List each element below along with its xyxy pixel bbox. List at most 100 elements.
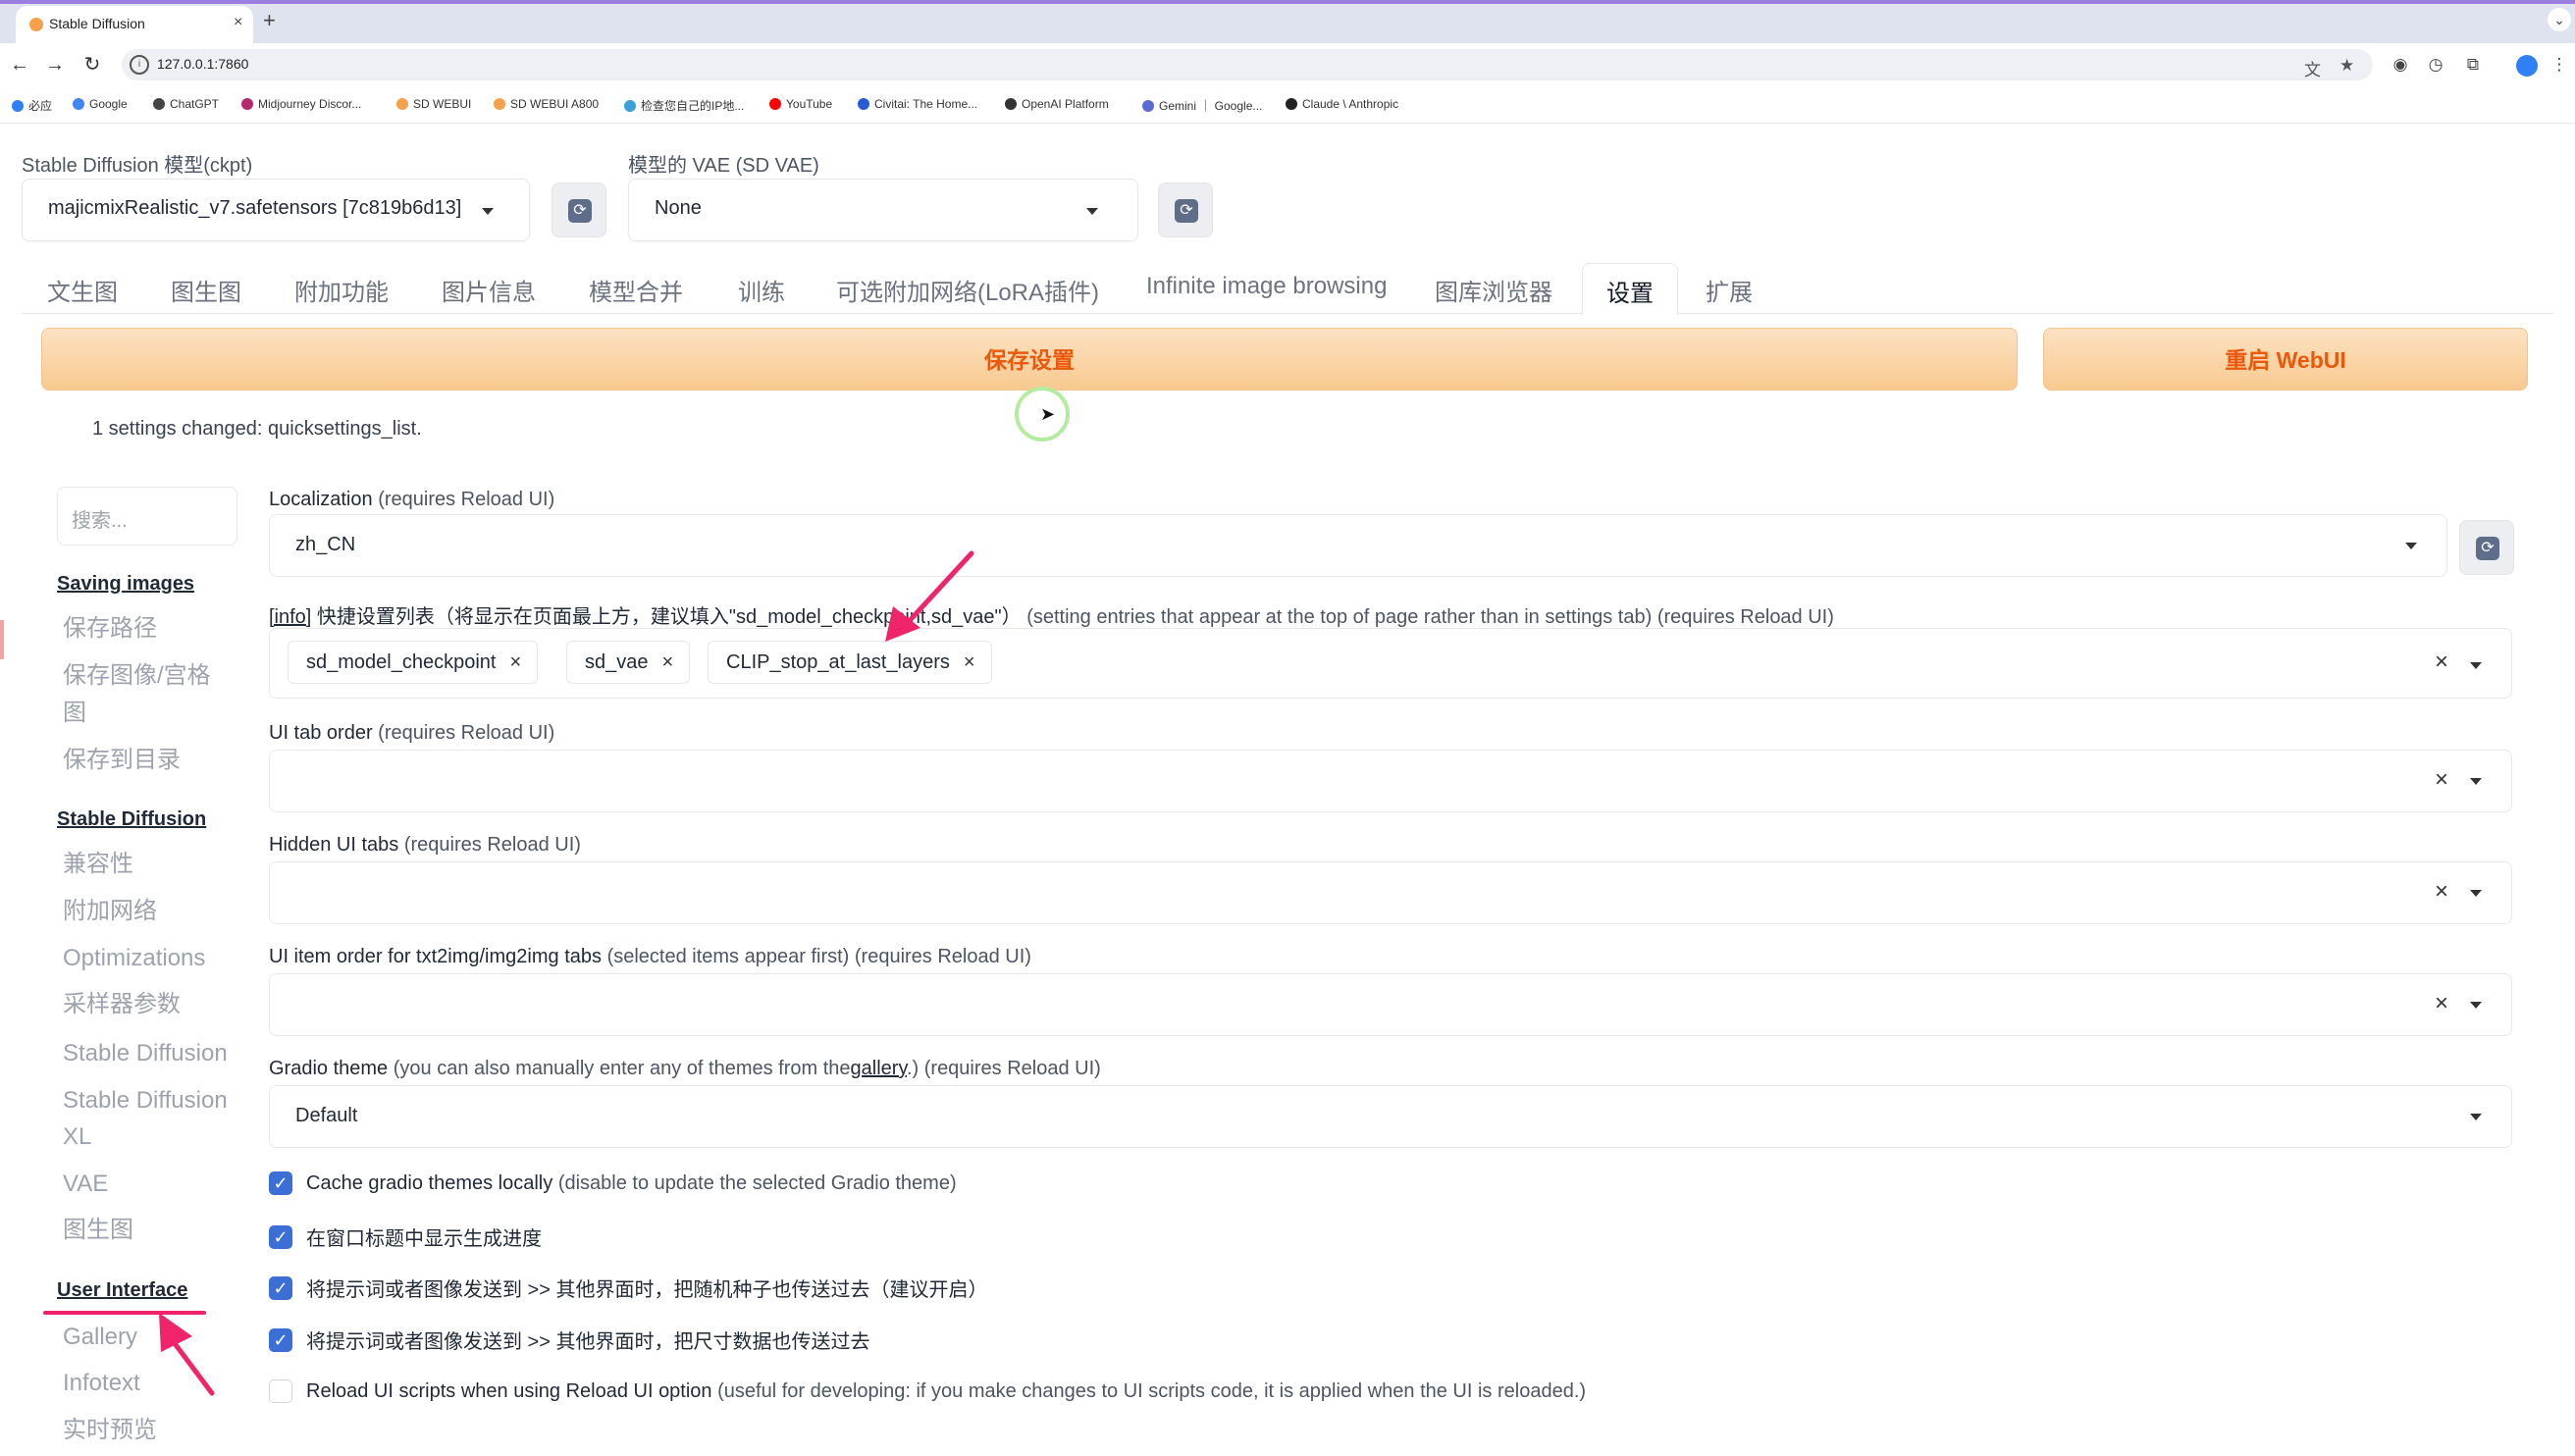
- save-settings-button[interactable]: 保存设置: [41, 328, 2018, 390]
- checkbox-row-cache-themes[interactable]: ✓ Cache gradio themes locally (disable t…: [269, 1171, 957, 1195]
- bookmark-item[interactable]: OpenAI Platform: [1005, 97, 1109, 111]
- new-tab-button[interactable]: +: [263, 8, 276, 33]
- sidebar-item-sampler-params[interactable]: 采样器参数: [63, 986, 181, 1023]
- tab-search-icon[interactable]: ⌄: [2548, 8, 2571, 31]
- tab-image-browser[interactable]: 图库浏览器: [1435, 273, 1552, 307]
- sidebar-item-stable-diffusion-xl-cont[interactable]: XL: [63, 1118, 91, 1156]
- browser-tab[interactable]: Stable Diffusion ×: [16, 6, 253, 43]
- bookmark-item[interactable]: SD WEBUI A800: [494, 97, 599, 111]
- sidebar-item-compatibility[interactable]: 兼容性: [63, 846, 133, 883]
- vae-select[interactable]: None: [628, 179, 1138, 241]
- sidebar-item-optimizations[interactable]: Optimizations: [63, 940, 205, 977]
- sidebar-item-stable-diffusion-xl[interactable]: Stable Diffusion: [63, 1082, 228, 1119]
- clear-all-icon[interactable]: ×: [2435, 766, 2448, 794]
- history-icon[interactable]: ◷: [2424, 53, 2447, 77]
- profile-avatar[interactable]: [2516, 55, 2538, 77]
- chip-remove-icon[interactable]: ×: [662, 651, 674, 673]
- cache-themes-label: Cache gradio themes locally: [306, 1171, 553, 1194]
- gallery-link[interactable]: gallery: [851, 1058, 907, 1079]
- back-icon[interactable]: ←: [8, 53, 31, 77]
- bookmark-item[interactable]: 必应: [12, 97, 52, 114]
- bookmark-item[interactable]: 检查您自己的IP地...: [624, 97, 744, 114]
- clear-all-icon[interactable]: ×: [2435, 990, 2448, 1017]
- browser-tab-title: Stable Diffusion: [49, 16, 145, 31]
- bookmark-item[interactable]: Gemini ｜ Google...: [1142, 97, 1262, 114]
- translate-icon[interactable]: 文: [2304, 56, 2321, 80]
- refresh-icon: ⟳: [568, 199, 592, 223]
- sidebar-item-img2img[interactable]: 图生图: [63, 1212, 133, 1249]
- tab-settings[interactable]: 设置: [1582, 263, 1678, 315]
- item-order-title: UI item order for txt2img/img2img tabs: [269, 946, 602, 967]
- sidebar-item-live-preview[interactable]: 实时预览: [63, 1412, 157, 1449]
- chip-remove-icon[interactable]: ×: [964, 651, 975, 673]
- ckpt-select[interactable]: majicmixRealistic_v7.safetensors [7c819b…: [22, 179, 530, 241]
- bookmark-star-icon[interactable]: ★: [2339, 56, 2354, 76]
- tab-train[interactable]: 训练: [738, 273, 785, 307]
- bookmark-item[interactable]: Civitai: The Home...: [858, 97, 977, 111]
- theme-select[interactable]: Default: [269, 1085, 2512, 1148]
- bookmark-label: 检查您自己的IP地...: [641, 99, 745, 113]
- sidebar-item-stable-diffusion[interactable]: Stable Diffusion: [63, 1035, 228, 1072]
- restart-webui-button[interactable]: 重启 WebUI: [2043, 328, 2528, 390]
- tab-close-icon[interactable]: ×: [234, 14, 242, 31]
- bookmark-item[interactable]: YouTube: [769, 97, 832, 111]
- sidebar-item-save-image-grid[interactable]: 保存图像/宫格: [63, 657, 211, 695]
- refresh-ckpt-button[interactable]: ⟳: [552, 182, 606, 237]
- extension-record-icon[interactable]: ◉: [2389, 53, 2412, 77]
- tab-additional-networks[interactable]: 可选附加网络(LoRA插件): [836, 273, 1099, 307]
- checkbox-checked-icon[interactable]: ✓: [269, 1171, 292, 1195]
- sidebar-item-infotext[interactable]: Infotext: [63, 1365, 140, 1402]
- sidebar-item-save-to-dir[interactable]: 保存到目录: [63, 742, 181, 779]
- tab-txt2img[interactable]: 文生图: [47, 273, 118, 307]
- sidebar-item-vae[interactable]: VAE: [63, 1166, 108, 1203]
- tab-extensions[interactable]: 扩展: [1706, 273, 1753, 307]
- sidebar-head-stable-diffusion[interactable]: Stable Diffusion: [57, 808, 206, 831]
- reload-icon[interactable]: ↻: [80, 53, 104, 77]
- checkbox-row-send-size[interactable]: ✓ 将提示词或者图像发送到 >> 其他界面时，把尺寸数据也传送过去: [269, 1326, 869, 1354]
- hidden-tabs-multiselect[interactable]: ×: [269, 861, 2512, 924]
- bookmark-item[interactable]: Midjourney Discor...: [241, 97, 361, 111]
- refresh-localization-button[interactable]: ⟳: [2459, 520, 2514, 575]
- refresh-icon: ⟳: [1175, 199, 1198, 223]
- checkbox-row-send-seed[interactable]: ✓ 将提示词或者图像发送到 >> 其他界面时，把随机种子也传送过去（建议开启）: [269, 1274, 987, 1302]
- refresh-vae-button[interactable]: ⟳: [1158, 182, 1213, 237]
- sidebar-head-user-interface[interactable]: User Interface: [57, 1279, 187, 1302]
- bookmark-item[interactable]: ChatGPT: [153, 97, 219, 111]
- quicksettings-multiselect[interactable]: sd_model_checkpoint × sd_vae × CLIP_stop_a…: [269, 628, 2512, 699]
- bookmark-item[interactable]: Claude \ Anthropic: [1286, 97, 1398, 111]
- sidebar-item-additional-networks[interactable]: 附加网络: [63, 893, 157, 930]
- site-info-icon[interactable]: i: [130, 55, 149, 75]
- sidebar-item-save-image-grid-cont[interactable]: 图: [63, 695, 86, 732]
- localization-select[interactable]: zh_CN: [269, 514, 2447, 577]
- tab-infinite-image-browsing[interactable]: Infinite image browsing: [1146, 273, 1387, 300]
- tab-order-multiselect[interactable]: ×: [269, 750, 2512, 812]
- item-order-multiselect[interactable]: ×: [269, 973, 2512, 1036]
- checkbox-unchecked-icon[interactable]: [269, 1379, 292, 1403]
- bookmark-item[interactable]: Google: [73, 97, 128, 111]
- clear-all-icon[interactable]: ×: [2435, 649, 2448, 676]
- sidebar-item-save-path[interactable]: 保存路径: [63, 610, 157, 648]
- forward-icon[interactable]: →: [43, 53, 67, 77]
- checkbox-row-title-progress[interactable]: ✓ 在窗口标题中显示生成进度: [269, 1222, 542, 1251]
- bookmark-favicon-icon: [494, 98, 505, 110]
- tab-checkpoint-merger[interactable]: 模型合并: [589, 273, 683, 307]
- checkbox-checked-icon[interactable]: ✓: [269, 1275, 292, 1300]
- tab-png-info[interactable]: 图片信息: [442, 273, 536, 307]
- address-bar[interactable]: i 127.0.0.1:7860 文 ★: [122, 49, 2373, 80]
- checkbox-checked-icon[interactable]: ✓: [269, 1224, 292, 1249]
- theme-title: Gradio theme: [269, 1058, 389, 1079]
- tab-extras[interactable]: 附加功能: [294, 273, 389, 307]
- checkbox-checked-icon[interactable]: ✓: [269, 1327, 292, 1352]
- checkbox-row-reload-scripts[interactable]: Reload UI scripts when using Reload UI o…: [269, 1379, 1586, 1403]
- chip-remove-icon[interactable]: ×: [509, 651, 521, 673]
- clear-all-icon[interactable]: ×: [2435, 878, 2448, 906]
- menu-kebab-icon[interactable]: ⋮: [2548, 53, 2571, 77]
- extensions-puzzle-icon[interactable]: ⧉: [2461, 53, 2485, 77]
- settings-search-input[interactable]: 搜索...: [57, 487, 237, 546]
- bookmark-item[interactable]: SD WEBUI: [396, 97, 471, 111]
- tab-img2img[interactable]: 图生图: [171, 273, 241, 307]
- url-text[interactable]: 127.0.0.1:7860: [157, 56, 248, 72]
- item-order-label: UI item order for txt2img/img2img tabs (…: [269, 946, 1031, 968]
- sidebar-item-gallery[interactable]: Gallery: [63, 1319, 137, 1356]
- sidebar-head-saving-images[interactable]: Saving images: [57, 573, 194, 596]
